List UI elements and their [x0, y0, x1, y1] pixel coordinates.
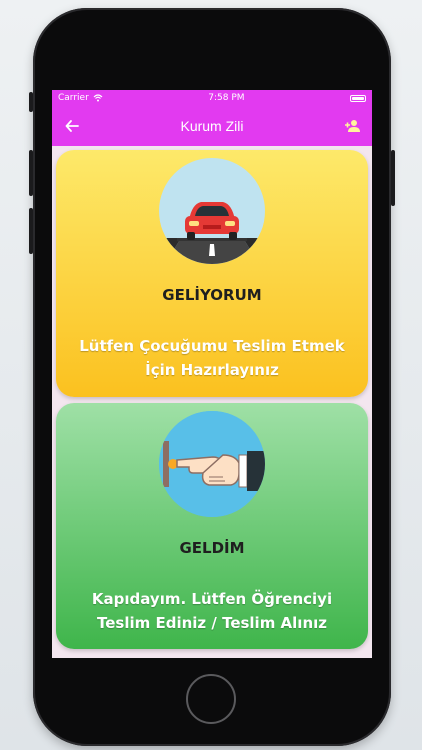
arrow-left-icon — [65, 120, 79, 132]
page-title: Kurum Zili — [180, 118, 244, 134]
back-button[interactable] — [62, 116, 82, 136]
battery-icon — [349, 94, 366, 102]
status-time: 7:58 PM — [208, 93, 245, 103]
status-bar: Carrier 7:58 PM — [52, 90, 372, 106]
wifi-icon — [93, 94, 103, 102]
mute-switch — [29, 92, 33, 112]
carrier-label: Carrier — [58, 93, 89, 103]
car-on-road-icon — [159, 158, 265, 264]
arrived-card[interactable]: GELDİM Kapıdayım. Lütfen Öğrenciyi Tesli… — [56, 403, 368, 649]
doorbell-press-icon — [159, 411, 265, 517]
add-person-button[interactable] — [342, 116, 362, 136]
coming-card[interactable]: GELİYORUM Lütfen Çocuğumu Teslim Etmek İ… — [56, 150, 368, 397]
coming-card-message: Lütfen Çocuğumu Teslim Etmek İçin Hazırl… — [79, 337, 345, 379]
volume-down-button — [29, 208, 33, 254]
arrived-card-title: GELDİM — [179, 539, 245, 557]
volume-up-button — [29, 150, 33, 196]
person-add-icon — [344, 120, 360, 132]
arrived-card-message: Kapıdayım. Lütfen Öğrenciyi Teslim Edini… — [91, 590, 333, 632]
coming-card-title: GELİYORUM — [162, 286, 262, 304]
app-screen: Carrier 7:58 PM Kurum Zili GELİYORUM Lüt… — [52, 90, 372, 658]
home-button[interactable] — [186, 674, 236, 724]
power-button — [391, 150, 395, 206]
app-bar: Kurum Zili — [52, 106, 372, 146]
card-list: GELİYORUM Lütfen Çocuğumu Teslim Etmek İ… — [52, 146, 372, 649]
